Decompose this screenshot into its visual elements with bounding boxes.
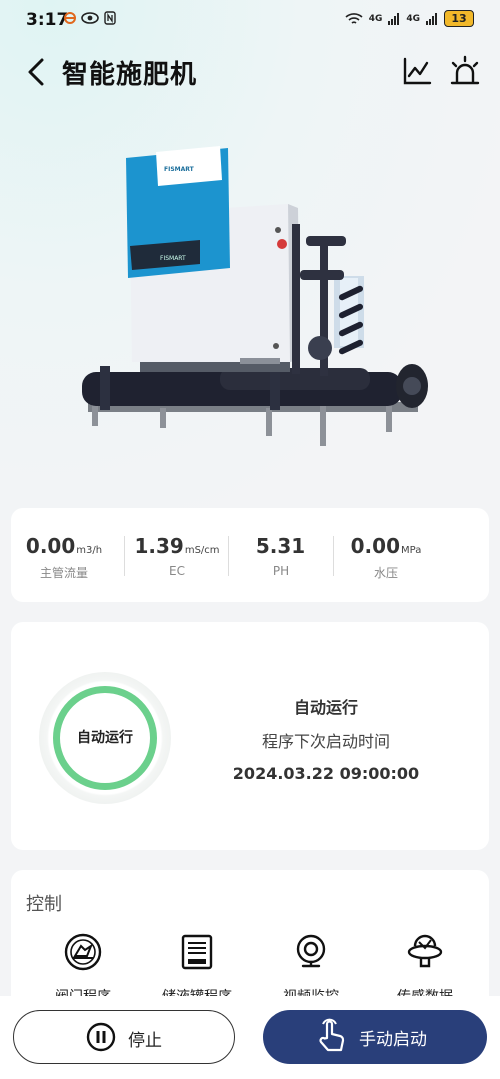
status-right-icons: 4G 4G 13: [345, 10, 474, 27]
run-mode-title: 自动运行: [293, 698, 358, 717]
signal-label-2: 4G: [406, 13, 420, 24]
nfc-icon: [104, 11, 116, 25]
metric-value: 0.00: [25, 534, 76, 558]
hand-pointer-icon: [319, 1018, 345, 1052]
status-bar: 3:17 4G 4G 13: [0, 0, 500, 40]
alarm-icon[interactable]: [448, 54, 482, 88]
tank-program-icon: [181, 934, 213, 970]
browser-icon: [64, 12, 76, 24]
metrics-card: 0.00m3/h 主管流量 1.39mS/cm EC 5.31 PH 0.00M…: [11, 508, 489, 602]
run-status-card: 自动运行 自动运行 程序下次启动时间 2024.03.22 09:00:00: [11, 622, 489, 850]
valve-program-icon: [64, 933, 102, 971]
camera-icon: [296, 934, 326, 968]
tank-program-button[interactable]: 储液罐程序: [147, 932, 247, 1000]
metric-value: 1.39: [134, 534, 184, 558]
pause-icon: [86, 1022, 116, 1052]
next-start-time: 2024.03.22 09:00:00: [232, 764, 420, 783]
metric-water-pressure: 0.00MPa 水压: [333, 534, 439, 581]
battery-icon: 13: [444, 10, 474, 27]
manual-start-label: 手动启动: [359, 1030, 427, 1050]
metric-unit: MPa: [401, 545, 422, 556]
signal-icon: [388, 12, 400, 25]
status-time: 3:17: [26, 10, 69, 30]
eye-icon: [81, 12, 99, 24]
control-card: 控制 阀门程序 储液罐程序 视频监控 传感数据: [11, 870, 489, 1000]
page-title: 智能施肥机: [62, 60, 198, 90]
metric-label: EC: [169, 564, 185, 578]
stop-button-label: 停止: [128, 1031, 162, 1051]
signal-label-1: 4G: [368, 13, 383, 24]
machine-brand-top: FISMART: [164, 166, 195, 173]
bottom-action-bar: 停止 手动启动: [0, 996, 500, 1079]
signal-icon: [426, 12, 437, 25]
video-monitor-button[interactable]: 视频监控: [261, 932, 361, 1000]
metric-label: PH: [272, 564, 290, 578]
chart-icon[interactable]: [400, 54, 434, 88]
metric-label: 主管流量: [39, 566, 88, 580]
metric-main-flow: 0.00m3/h 主管流量: [11, 534, 117, 581]
metric-ph: 5.31 PH: [228, 534, 334, 578]
metric-label: 水压: [373, 566, 398, 580]
manual-start-button[interactable]: 手动启动: [263, 1010, 487, 1064]
status-ring-label: 自动运行: [77, 730, 133, 746]
machine-brand-panel: FISMART: [160, 255, 186, 262]
metric-value: 0.00: [350, 534, 400, 558]
metric-unit: mS/cm: [184, 545, 220, 556]
status-left-icons: [64, 11, 116, 25]
metric-ec: 1.39mS/cm EC: [124, 534, 230, 578]
sensor-data-button[interactable]: 传感数据: [375, 932, 475, 1000]
wifi-icon: [345, 12, 363, 24]
back-icon[interactable]: [22, 56, 52, 88]
metric-unit: m3/h: [76, 545, 103, 556]
fertilizer-machine-image: FISMART FISMART: [82, 146, 428, 446]
control-title: 控制: [26, 894, 62, 915]
valve-program-button[interactable]: 阀门程序: [33, 932, 133, 1000]
sensor-icon: [407, 934, 443, 968]
metric-value: 5.31: [255, 534, 306, 558]
next-start-label: 程序下次启动时间: [261, 732, 390, 751]
stop-button[interactable]: 停止: [13, 1010, 235, 1064]
